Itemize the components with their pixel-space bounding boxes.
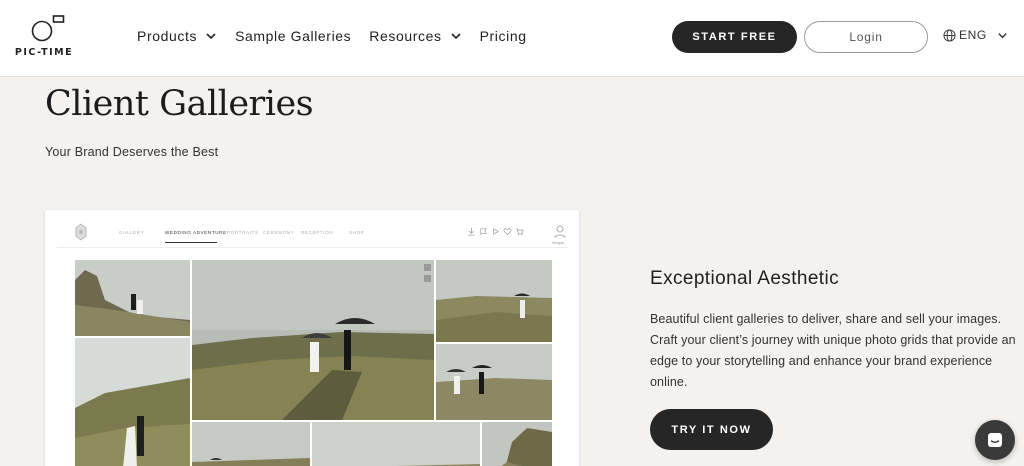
page-title: Client Galleries bbox=[45, 84, 314, 124]
gallery-photo bbox=[192, 260, 434, 420]
slideshow-icon bbox=[493, 228, 499, 235]
preview-user-label: Morgan... bbox=[552, 241, 568, 245]
chevron-down-icon bbox=[998, 32, 1007, 38]
gallery-photo bbox=[75, 338, 190, 466]
gallery-preview-toolbar: GALLERY WEDDING ADVENTURE PORTRAITS CERE… bbox=[57, 218, 567, 248]
nav-sample-galleries-label: Sample Galleries bbox=[235, 28, 352, 44]
active-tab-underline bbox=[165, 242, 217, 243]
preview-tab-wedding-adventure: WEDDING ADVENTURE bbox=[165, 230, 227, 235]
preview-tab-ceremony: CEREMONY bbox=[263, 230, 295, 235]
logo-text: PIC-TIME bbox=[14, 47, 74, 58]
gallery-photo bbox=[436, 344, 552, 420]
chat-launcher-button[interactable] bbox=[975, 420, 1015, 460]
chevron-down-icon bbox=[206, 33, 216, 40]
gallery-preview: GALLERY WEDDING ADVENTURE PORTRAITS CERE… bbox=[45, 210, 579, 466]
feature-title: Exceptional Aesthetic bbox=[650, 268, 840, 289]
gallery-photo bbox=[482, 422, 552, 466]
gallery-photo bbox=[75, 260, 190, 336]
chevron-down-icon bbox=[451, 33, 461, 40]
language-selector[interactable]: ENG bbox=[943, 28, 1008, 42]
share-icon bbox=[480, 228, 487, 236]
user-avatar-icon bbox=[554, 225, 566, 239]
nav-products-label: Products bbox=[137, 28, 198, 44]
language-label: ENG bbox=[959, 28, 987, 42]
cart-icon bbox=[515, 228, 524, 236]
gallery-photo bbox=[312, 422, 480, 466]
chat-icon bbox=[988, 433, 1002, 447]
logo-mark-icon bbox=[31, 15, 65, 42]
login-button[interactable]: Login bbox=[804, 21, 928, 53]
gallery-photo bbox=[192, 422, 310, 466]
nav-products[interactable]: Products bbox=[137, 28, 217, 44]
preview-tab-gallery: GALLERY bbox=[119, 230, 145, 235]
feature-description: Beautiful client galleries to deliver, s… bbox=[650, 312, 1016, 389]
nav-pricing-label: Pricing bbox=[479, 28, 527, 44]
try-it-now-button[interactable]: TRY IT NOW bbox=[650, 409, 773, 450]
nav-resources[interactable]: Resources bbox=[369, 28, 461, 44]
nav-pricing[interactable]: Pricing bbox=[480, 28, 527, 44]
studio-logo-icon bbox=[75, 223, 87, 241]
preview-tab-portraits: PORTRAITS bbox=[227, 230, 259, 235]
heart-icon bbox=[503, 228, 512, 236]
nav-sample-galleries[interactable]: Sample Galleries bbox=[235, 28, 351, 44]
site-header: PIC-TIME Products Sample Galleries Resou… bbox=[0, 0, 1024, 77]
main-nav: Products Sample Galleries Resources Pric… bbox=[137, 26, 545, 46]
gallery-photo bbox=[436, 260, 552, 342]
preview-tab-shop: SHOP bbox=[349, 230, 365, 235]
start-free-button[interactable]: START FREE bbox=[672, 21, 797, 53]
globe-icon bbox=[943, 28, 956, 42]
preview-tab-reception: RECEPTION bbox=[301, 230, 334, 235]
preview-action-icons bbox=[467, 227, 527, 236]
nav-resources-label: Resources bbox=[369, 28, 442, 44]
page-subtitle: Your Brand Deserves the Best bbox=[45, 145, 219, 159]
download-icon bbox=[468, 227, 475, 236]
pic-time-logo[interactable]: PIC-TIME bbox=[13, 14, 75, 62]
